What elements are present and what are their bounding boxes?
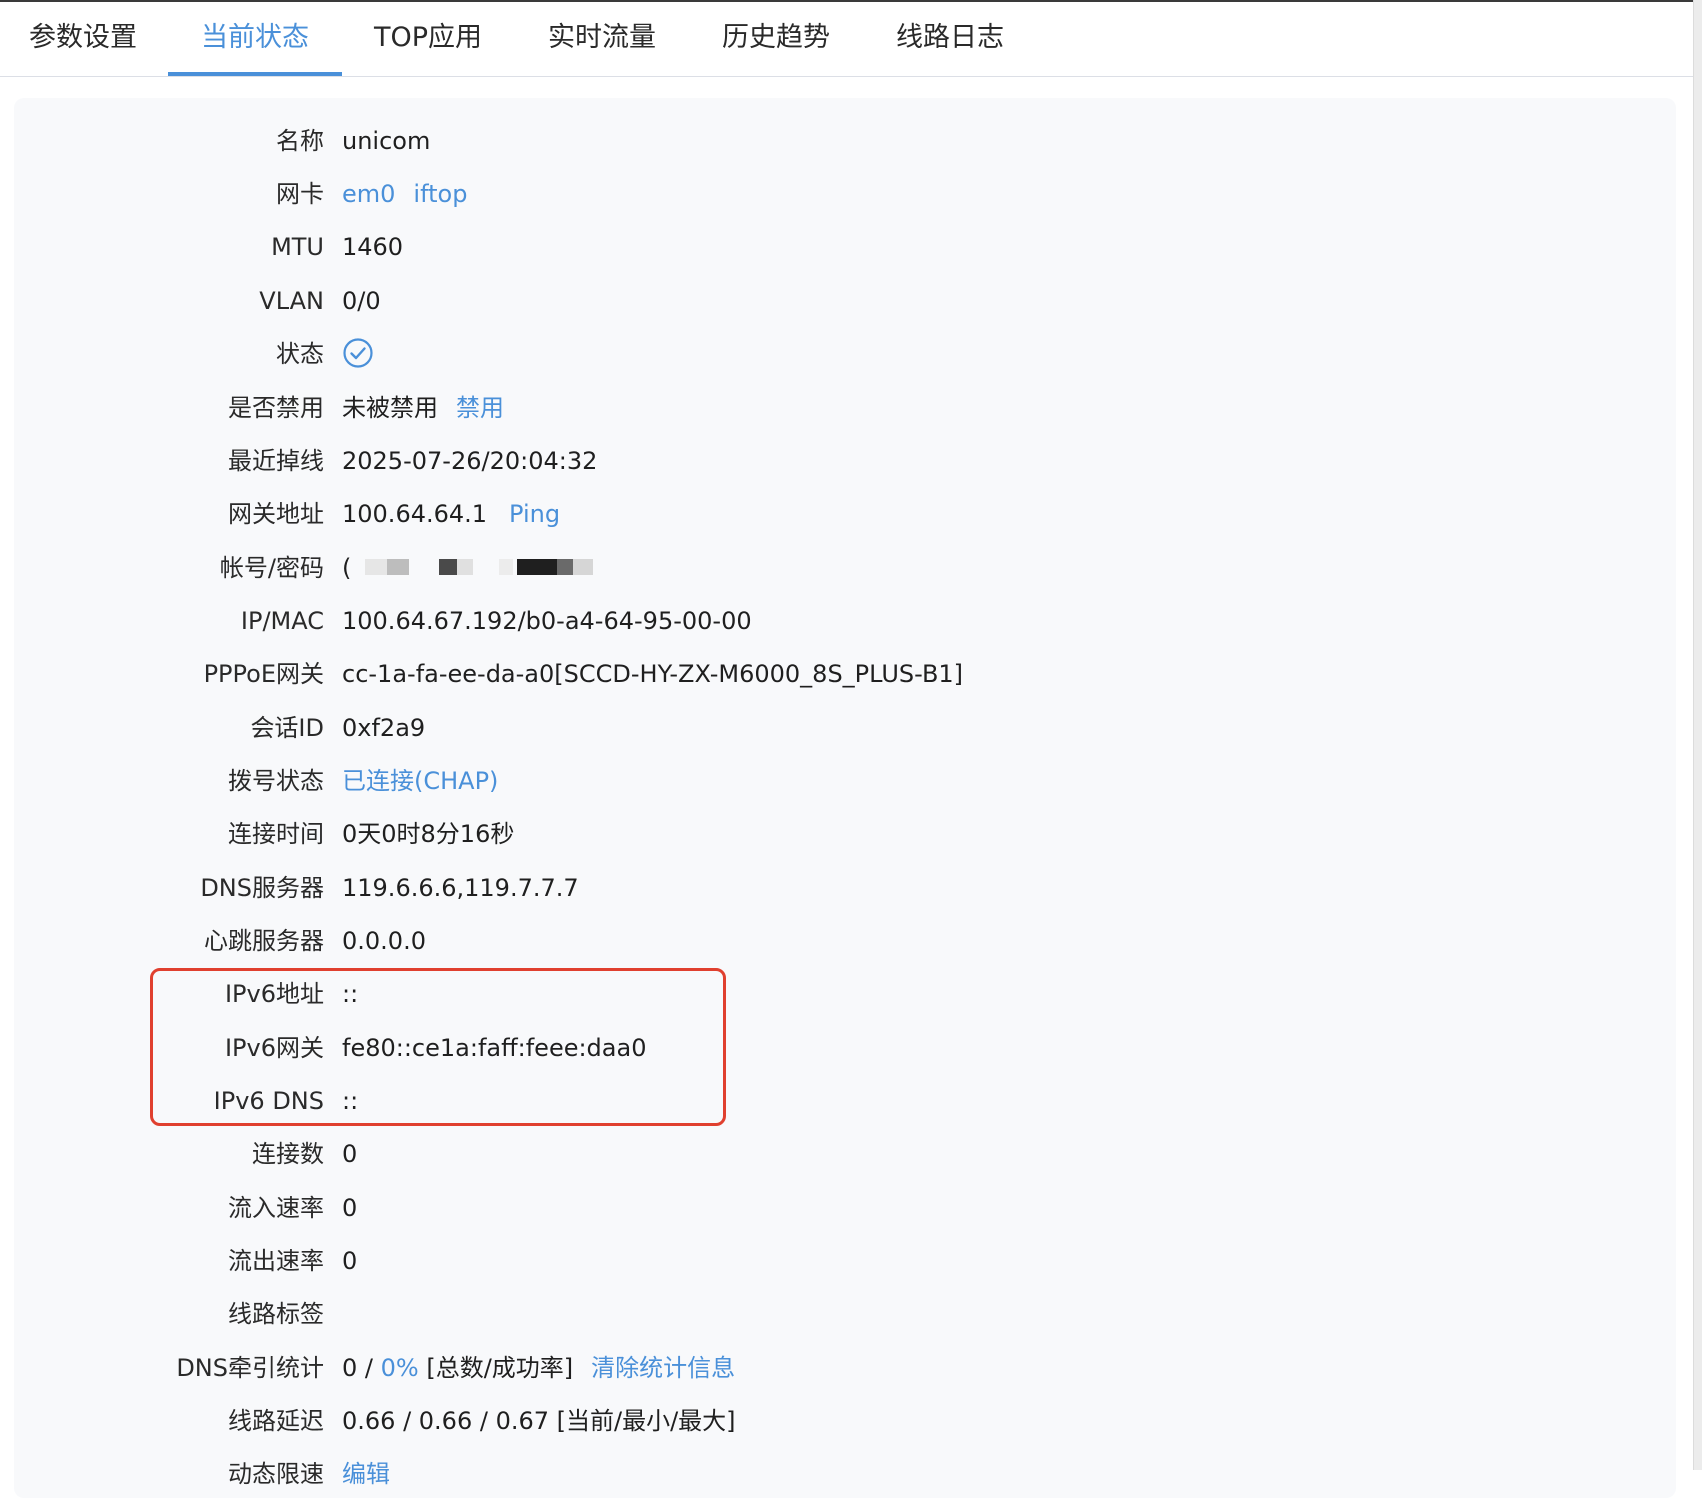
label-vlan: VLAN <box>259 287 324 315</box>
edit-dynamic-limit-link[interactable]: 编辑 <box>342 1454 390 1494</box>
row-disabled: 是否禁用 未被禁用 禁用 <box>14 388 1664 428</box>
label-line-tag: 线路标签 <box>228 1300 324 1328</box>
row-dns: DNS服务器 119.6.6.6,119.7.7.7 <box>14 868 1664 908</box>
label-connection-time: 连接时间 <box>228 820 324 848</box>
label-dns: DNS服务器 <box>200 874 324 902</box>
row-connection-count: 连接数 0 <box>14 1134 1664 1174</box>
value-vlan: 0/0 <box>342 287 381 315</box>
check-circle-icon <box>343 338 373 368</box>
row-vlan: VLAN 0/0 <box>14 281 1664 321</box>
masked-credentials <box>359 555 609 579</box>
status-panel: 名称 unicom 网卡 em0 iftop MTU 1460 VLAN 0/0 … <box>14 98 1676 1498</box>
value-account: ( <box>342 548 609 588</box>
value-latency: 0.66 / 0.66 / 0.67 [当前/最小/最大] <box>342 1407 736 1435</box>
value-mtu: 1460 <box>342 233 404 261</box>
label-disabled: 是否禁用 <box>228 394 324 422</box>
tab-top-apps[interactable]: TOP应用 <box>372 2 484 76</box>
label-last-drop: 最近掉线 <box>228 447 324 475</box>
value-connection-time: 0天0时8分16秒 <box>342 820 515 848</box>
account-prefix: ( <box>342 554 352 582</box>
value-gateway: 100.64.64.1 Ping <box>342 494 560 534</box>
label-status: 状态 <box>276 340 324 368</box>
value-ip-mac: 100.64.67.192/b0-a4-64-95-00-00 <box>342 607 752 635</box>
ping-link[interactable]: Ping <box>509 500 560 528</box>
row-session-id: 会话ID 0xf2a9 <box>14 708 1664 748</box>
value-nic: em0 iftop <box>342 174 467 214</box>
label-pppoe-gateway: PPPoE网关 <box>203 660 324 688</box>
row-nic: 网卡 em0 iftop <box>14 174 1664 214</box>
value-in-rate: 0 <box>342 1194 358 1222</box>
row-connection-time: 连接时间 0天0时8分16秒 <box>14 814 1664 854</box>
label-mtu: MTU <box>271 233 324 261</box>
clear-stats-link[interactable]: 清除统计信息 <box>591 1354 735 1382</box>
row-name: 名称 unicom <box>14 121 1664 161</box>
row-pppoe-gateway: PPPoE网关 cc-1a-fa-ee-da-a0[SCCD-HY-ZX-M60… <box>14 654 1664 694</box>
value-dns-stats: 0 / 0% [总数/成功率] 清除统计信息 <box>342 1348 735 1388</box>
value-disabled: 未被禁用 禁用 <box>342 388 504 428</box>
dns-stats-count: 0 / <box>342 1354 373 1382</box>
tab-params[interactable]: 参数设置 <box>28 2 138 76</box>
dns-stats-rate: 0% <box>380 1354 419 1382</box>
tab-current-status[interactable]: 当前状态 <box>168 2 342 76</box>
tab-bar: 参数设置 当前状态 TOP应用 实时流量 历史趋势 线路日志 <box>0 2 1694 77</box>
label-gateway: 网关地址 <box>228 500 324 528</box>
disabled-state-text: 未被禁用 <box>342 394 438 422</box>
label-connection-count: 连接数 <box>252 1140 324 1168</box>
nic-em0-link[interactable]: em0 <box>342 180 395 208</box>
label-heartbeat: 心跳服务器 <box>204 927 324 955</box>
nic-iftop-link[interactable]: iftop <box>413 180 467 208</box>
label-in-rate: 流入速率 <box>228 1194 324 1222</box>
value-status <box>342 334 374 374</box>
scrollbar[interactable] <box>1693 0 1702 1470</box>
row-ip-mac: IP/MAC 100.64.67.192/b0-a4-64-95-00-00 <box>14 601 1664 641</box>
label-dynamic-limit: 动态限速 <box>228 1460 324 1488</box>
disable-link[interactable]: 禁用 <box>456 394 504 422</box>
value-name: unicom <box>342 127 431 155</box>
value-dns: 119.6.6.6,119.7.7.7 <box>342 874 579 902</box>
row-dynamic-limit: 动态限速 编辑 <box>14 1454 1664 1494</box>
value-connection-count: 0 <box>342 1140 358 1168</box>
row-last-drop: 最近掉线 2025-07-26/20:04:32 <box>14 441 1664 481</box>
label-out-rate: 流出速率 <box>228 1247 324 1275</box>
active-tab-indicator <box>168 72 342 76</box>
label-ip-mac: IP/MAC <box>240 607 324 635</box>
value-heartbeat: 0.0.0.0 <box>342 927 426 955</box>
dial-status-link[interactable]: 已连接(CHAP) <box>342 761 498 801</box>
ipv6-highlight-box <box>150 968 726 1126</box>
label-dial-status: 拨号状态 <box>228 767 324 795</box>
gateway-address: 100.64.64.1 <box>342 500 488 528</box>
label-name: 名称 <box>276 127 324 155</box>
row-account: 帐号/密码 ( <box>14 548 1664 588</box>
label-account: 帐号/密码 <box>219 554 324 582</box>
row-line-tag: 线路标签 <box>14 1294 1664 1334</box>
row-out-rate: 流出速率 0 <box>14 1241 1664 1281</box>
label-latency: 线路延迟 <box>228 1407 324 1435</box>
label-dns-stats: DNS牵引统计 <box>176 1354 324 1382</box>
row-in-rate: 流入速率 0 <box>14 1188 1664 1228</box>
row-heartbeat: 心跳服务器 0.0.0.0 <box>14 921 1664 961</box>
row-mtu: MTU 1460 <box>14 227 1664 267</box>
value-session-id: 0xf2a9 <box>342 714 426 742</box>
value-last-drop: 2025-07-26/20:04:32 <box>342 447 598 475</box>
row-latency: 线路延迟 0.66 / 0.66 / 0.67 [当前/最小/最大] <box>14 1401 1664 1441</box>
label-session-id: 会话ID <box>250 714 324 742</box>
row-gateway: 网关地址 100.64.64.1 Ping <box>14 494 1664 534</box>
tab-realtime-traffic[interactable]: 实时流量 <box>546 2 658 76</box>
tab-history-trend[interactable]: 历史趋势 <box>720 2 832 76</box>
tab-line-log[interactable]: 线路日志 <box>894 2 1006 76</box>
row-dial-status: 拨号状态 已连接(CHAP) <box>14 761 1664 801</box>
row-dns-stats: DNS牵引统计 0 / 0% [总数/成功率] 清除统计信息 <box>14 1348 1664 1388</box>
value-out-rate: 0 <box>342 1247 358 1275</box>
dns-stats-suffix: [总数/成功率] <box>426 1354 574 1382</box>
value-pppoe-gateway: cc-1a-fa-ee-da-a0[SCCD-HY-ZX-M6000_8S_PL… <box>342 660 964 688</box>
label-nic: 网卡 <box>276 180 324 208</box>
row-status: 状态 <box>14 334 1664 374</box>
